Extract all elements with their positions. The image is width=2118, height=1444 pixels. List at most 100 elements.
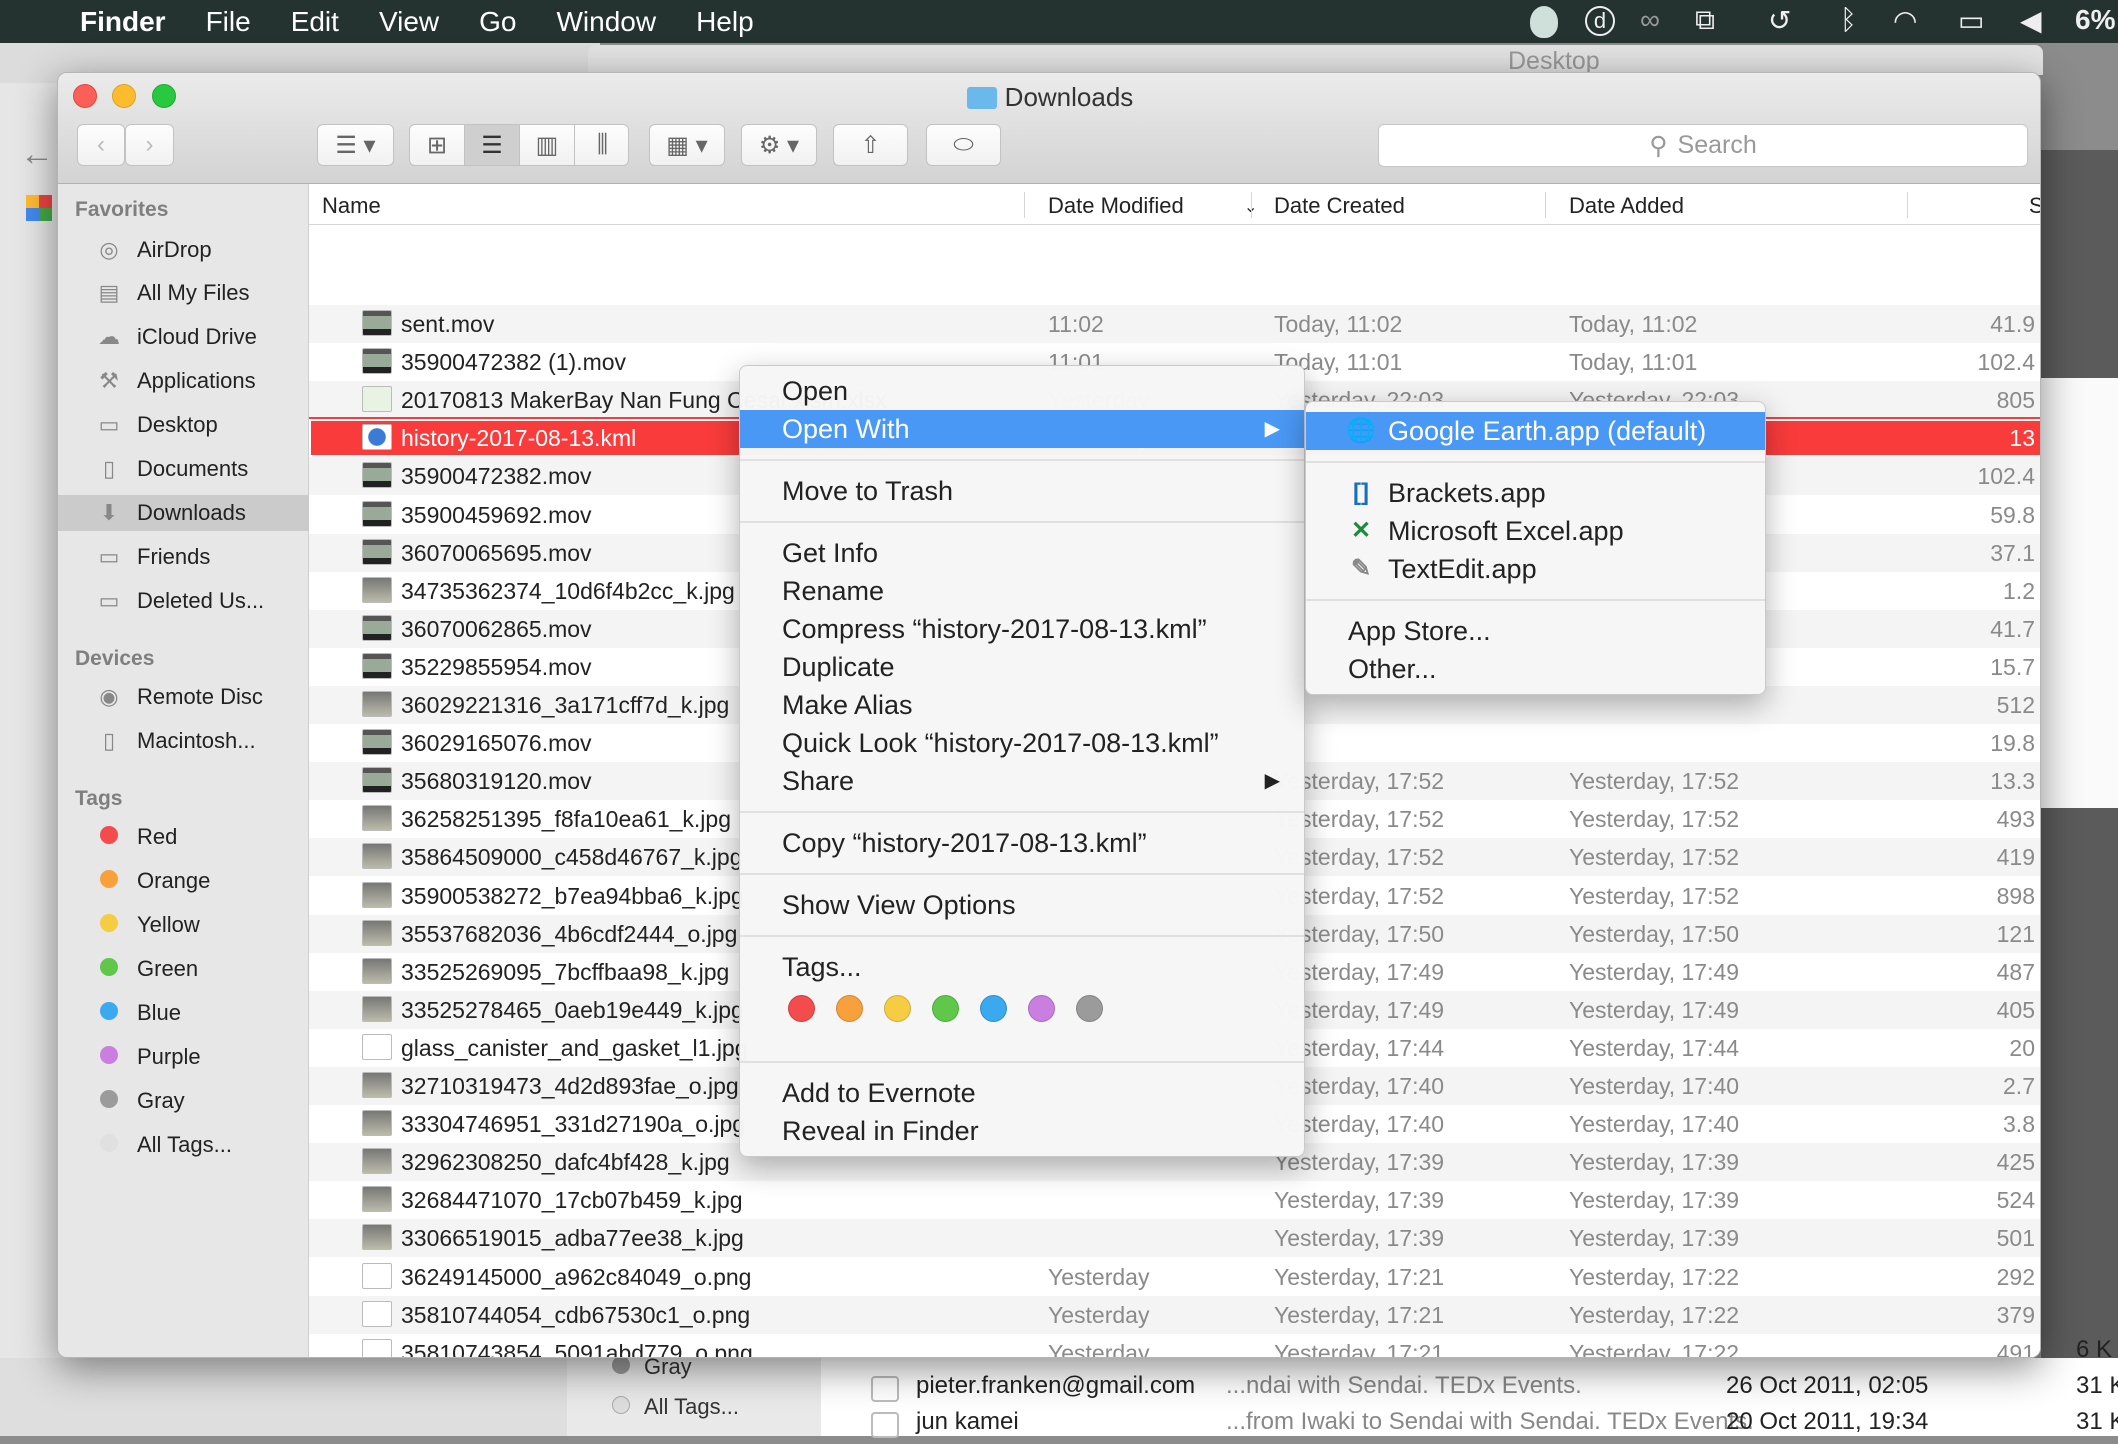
cover-flow-button[interactable]: ⫼: [575, 125, 628, 165]
open-with-app[interactable]: App Store...: [1306, 612, 1765, 650]
file-row[interactable]: 35810744054_cdb67530c1_o.png Yesterday Yes…: [309, 1295, 2040, 1334]
open-with-brackets[interactable]: [] Brackets.app: [1306, 474, 1765, 512]
menu-item-open[interactable]: Open With ▶: [740, 410, 1304, 448]
file-row[interactable]: sent.mov 11:02 Today, 11:02 Today, 11:02 41.…: [309, 305, 2040, 343]
sidebar-item-blue[interactable]: Blue: [58, 995, 309, 1031]
wifi-icon[interactable]: ◠: [1893, 4, 1917, 37]
back-button[interactable]: ‹: [77, 124, 125, 166]
evernote-icon[interactable]: [1530, 6, 1558, 38]
tag-color-6[interactable]: [1076, 995, 1103, 1022]
screen-mirror-icon[interactable]: ⧉: [1695, 4, 1715, 37]
menu-view[interactable]: View: [379, 6, 439, 38]
sidebar-item-macintosh-[interactable]: ▯ Macintosh...: [58, 723, 309, 759]
group-dropdown[interactable]: ▦ ▾: [649, 124, 725, 166]
menu-file[interactable]: File: [206, 6, 251, 38]
sidebar-item-documents[interactable]: ▯ Documents: [58, 451, 309, 487]
sidebar-item-gray[interactable]: Gray: [58, 1083, 309, 1119]
sidebar-item-airdrop[interactable]: ◎ AirDrop: [58, 232, 309, 268]
open-with-textedit[interactable]: ✎ TextEdit.app: [1306, 550, 1765, 588]
open-with-microsoft[interactable]: ✕ Microsoft Excel.app: [1306, 512, 1765, 550]
tag-color-5[interactable]: [1028, 995, 1055, 1022]
column-date-modified[interactable]: Date Modified: [1048, 193, 1184, 219]
file-name: 35810743854_5091abd779_o.png: [401, 1339, 753, 1358]
menu-item-share[interactable]: Share ▶: [740, 762, 1304, 800]
file-jpg-icon: [362, 1072, 392, 1098]
file-name: 35229855954.mov: [401, 653, 592, 680]
open-with-other[interactable]: Other...: [1306, 650, 1765, 688]
arrange-dropdown[interactable]: ☰ ▾: [317, 124, 394, 166]
list-view-button[interactable]: ☰: [465, 125, 520, 165]
file-date-added: Yesterday, 17:49: [1569, 958, 1740, 985]
menu-item-quick-look[interactable]: Quick Look “history-2017-08-13.kml”: [740, 724, 1304, 762]
menu-item-add[interactable]: Add to Evernote: [740, 1074, 1304, 1112]
file-row[interactable]: 36249145000_a962c84049_o.png Yesterday Yes…: [309, 1257, 2040, 1296]
sidebar-item-all-tags-[interactable]: All Tags...: [58, 1127, 309, 1163]
sidebar-item-remote-disc[interactable]: ◉ Remote Disc: [58, 679, 309, 715]
search-icon: ⚲: [1649, 131, 1668, 160]
file-row[interactable]: 35810743854_5091abd779_o.png Yesterday Yes…: [309, 1333, 2040, 1358]
mail-size: 31 K: [2076, 1408, 2118, 1435]
menu-edit[interactable]: Edit: [291, 6, 339, 38]
menu-item-get[interactable]: Get Info: [740, 534, 1304, 572]
menu-item-make[interactable]: Make Alias: [740, 686, 1304, 724]
sidebar-item-red[interactable]: Red: [58, 819, 309, 855]
file-date-added: Yesterday, 17:22: [1569, 1301, 1740, 1328]
tag-color-0[interactable]: [788, 995, 815, 1022]
tag-color-row: [740, 986, 1304, 1034]
mail-row[interactable]: jun kamei ...from Iwaki to Sendai with Se…: [821, 1408, 2118, 1444]
column-size[interactable]: S: [2029, 193, 2040, 219]
open-with-google[interactable]: 🌐 Google Earth.app (default): [1306, 412, 1765, 450]
tag-color-3[interactable]: [932, 995, 959, 1022]
time-machine-icon[interactable]: ↺: [1768, 4, 1791, 37]
sidebar-item-green[interactable]: Green: [58, 951, 309, 987]
battery-percent[interactable]: 6%: [2075, 4, 2115, 36]
menu-item-move[interactable]: Move to Trash: [740, 472, 1304, 510]
sidebar-item-deleted-us-[interactable]: ▭ Deleted Us...: [58, 583, 309, 619]
tag-button[interactable]: ⬭: [926, 124, 1001, 166]
menu-window[interactable]: Window: [556, 6, 656, 38]
volume-icon[interactable]: ◀: [2020, 4, 2042, 37]
tag-color-4[interactable]: [980, 995, 1007, 1022]
menu-item-reveal[interactable]: Reveal in Finder: [740, 1112, 1304, 1150]
column-date-created[interactable]: Date Created: [1274, 193, 1405, 219]
file-row[interactable]: 32684471070_17cb07b459_k.jpg Yesterday, 1…: [309, 1181, 2040, 1220]
sidebar-item-downloads[interactable]: ⬇ Downloads: [58, 495, 309, 531]
menu-item-duplicate[interactable]: Duplicate: [740, 648, 1304, 686]
sidebar: Favorites ◎ AirDrop ▤ All My Files ☁ iCloud Dr…: [58, 184, 309, 1357]
file-date-created: Yesterday, 17:21: [1274, 1339, 1445, 1358]
sidebar-item-purple[interactable]: Purple: [58, 1039, 309, 1075]
action-gear-button[interactable]: ⚙ ▾: [741, 124, 817, 166]
menu-finder[interactable]: Finder: [80, 6, 166, 38]
menu-item-show[interactable]: Show View Options: [740, 886, 1304, 924]
file-row[interactable]: 33066519015_adba77ee38_k.jpg Yesterday, 1…: [309, 1219, 2040, 1258]
sidebar-item-all-my-files[interactable]: ▤ All My Files: [58, 275, 309, 311]
menu-help[interactable]: Help: [696, 6, 754, 38]
column-view-button[interactable]: ▥: [520, 125, 575, 165]
column-name[interactable]: Name: [322, 193, 381, 219]
bluetooth-icon[interactable]: ᛒ: [1840, 4, 1857, 36]
sidebar-item-desktop[interactable]: ▭ Desktop: [58, 407, 309, 443]
sidebar-item-friends[interactable]: ▭ Friends: [58, 539, 309, 575]
creative-cloud-icon[interactable]: ∞: [1640, 4, 1660, 36]
airplay-icon[interactable]: ▭: [1958, 4, 1984, 37]
menu-item-compress[interactable]: Compress “history-2017-08-13.kml”: [740, 610, 1304, 648]
search-field[interactable]: ⚲ Search: [1378, 124, 2028, 167]
menu-go[interactable]: Go: [479, 6, 516, 38]
tag-dot-icon: [100, 826, 118, 844]
sidebar-item-orange[interactable]: Orange: [58, 863, 309, 899]
sidebar-item-applications[interactable]: ⚒ Applications: [58, 363, 309, 399]
sidebar-item-icloud-drive[interactable]: ☁ iCloud Drive: [58, 319, 309, 355]
tag-color-2[interactable]: [884, 995, 911, 1022]
menu-item-tags[interactable]: Tags...: [740, 948, 1304, 986]
menu-item-copy[interactable]: Copy “history-2017-08-13.kml”: [740, 824, 1304, 862]
menu-item-open[interactable]: Open: [740, 372, 1304, 410]
sidebar-item-yellow[interactable]: Yellow: [58, 907, 309, 943]
icon-view-button[interactable]: ⊞: [410, 125, 465, 165]
file-name: 36070065695.mov: [401, 539, 592, 566]
column-date-added[interactable]: Date Added: [1569, 193, 1684, 219]
forward-button[interactable]: ›: [125, 124, 174, 166]
mail-row[interactable]: pieter.franken@gmail.com ...ndai with Sen…: [821, 1372, 2118, 1408]
tag-color-1[interactable]: [836, 995, 863, 1022]
share-button[interactable]: ⇧: [833, 124, 908, 166]
menu-item-rename[interactable]: Rename: [740, 572, 1304, 610]
